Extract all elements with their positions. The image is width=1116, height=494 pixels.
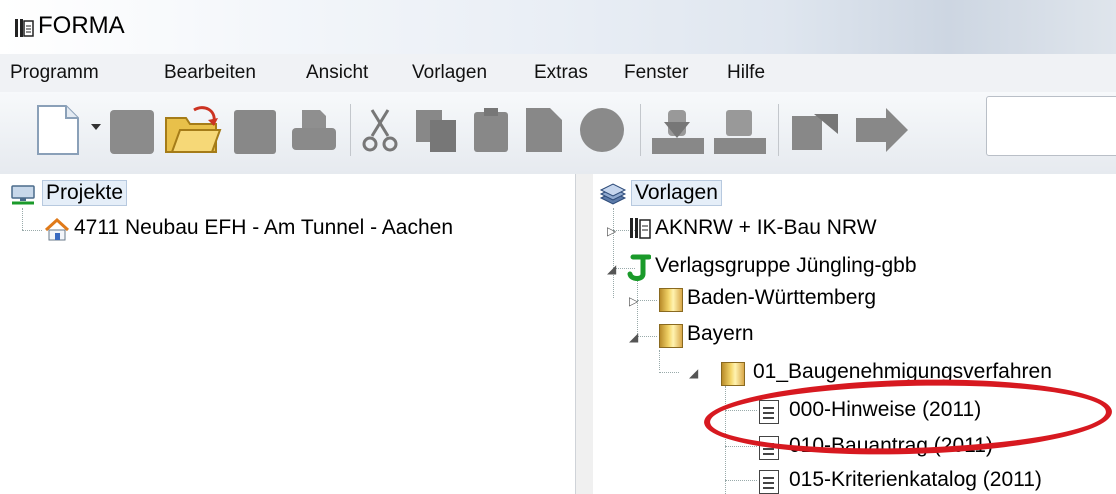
- projects-pane: Projekte 4711 Neubau EFH - Am Tunnel - A…: [0, 174, 575, 494]
- menu-ansicht[interactable]: Ansicht: [306, 62, 368, 84]
- tree-item-bayern[interactable]: Bayern: [687, 322, 754, 346]
- new-document-icon[interactable]: [34, 104, 82, 156]
- export-icon[interactable]: [712, 104, 768, 156]
- project-item[interactable]: 4711 Neubau EFH - Am Tunnel - Aachen: [74, 216, 453, 240]
- menu-bar: Programm Bearbeiten Ansicht Vorlagen Ext…: [0, 54, 1116, 93]
- tree-root-vorlagen[interactable]: Vorlagen: [631, 180, 722, 206]
- expand-triangle-icon[interactable]: ▷: [607, 224, 616, 238]
- menu-programm[interactable]: Programm: [10, 62, 99, 84]
- tree-item-verlagsgruppe[interactable]: Verlagsgruppe Jüngling-gbb: [655, 254, 917, 278]
- cut-icon[interactable]: [360, 106, 400, 154]
- collapse-triangle-icon[interactable]: ◢: [607, 262, 616, 276]
- folder-icon: [721, 362, 745, 386]
- forward-icon[interactable]: [852, 106, 912, 154]
- record-icon[interactable]: [580, 108, 624, 152]
- book-stack-icon: [630, 218, 651, 239]
- collapse-triangle-icon[interactable]: ◢: [689, 366, 698, 380]
- network-computer-icon: [11, 185, 35, 205]
- document-icon[interactable]: [522, 106, 566, 154]
- document-icon: [759, 470, 779, 494]
- print-icon[interactable]: [290, 106, 338, 154]
- copy-icon[interactable]: [412, 106, 460, 154]
- tree-root-projekte[interactable]: Projekte: [42, 180, 128, 206]
- folder-icon: [659, 324, 683, 348]
- expand-triangle-icon[interactable]: ▷: [629, 294, 638, 308]
- import-icon[interactable]: [650, 104, 706, 156]
- app-icon: [15, 19, 34, 37]
- save-icon[interactable]: [234, 110, 276, 154]
- back-icon[interactable]: [790, 106, 842, 154]
- window-title: FORMA: [38, 12, 125, 39]
- menu-fenster[interactable]: Fenster: [624, 62, 688, 84]
- toolbar-combo-box[interactable]: [986, 96, 1116, 156]
- tree-item-015-kriterienkatalog[interactable]: 015-Kriterienkatalog (2011): [789, 468, 1042, 492]
- templates-stack-icon: [599, 183, 627, 205]
- pane-splitter[interactable]: [575, 174, 595, 494]
- dropdown-arrow-icon[interactable]: [90, 122, 102, 132]
- folder-icon: [659, 288, 683, 312]
- tree-item-baden-wuerttemberg[interactable]: Baden-Württemberg: [687, 286, 876, 310]
- title-bar: FORMA: [0, 0, 1116, 54]
- menu-vorlagen[interactable]: Vorlagen: [412, 62, 487, 84]
- collapse-triangle-icon[interactable]: ◢: [629, 330, 638, 344]
- tree-item-aknrw[interactable]: AKNRW + IK-Bau NRW: [655, 216, 877, 240]
- menu-extras[interactable]: Extras: [534, 62, 588, 84]
- paste-icon[interactable]: [470, 106, 512, 154]
- menu-bearbeiten[interactable]: Bearbeiten: [164, 62, 256, 84]
- menu-hilfe[interactable]: Hilfe: [727, 62, 765, 84]
- j-logo-icon: [627, 254, 651, 281]
- house-icon: [44, 218, 70, 241]
- open-icon[interactable]: [110, 110, 154, 154]
- folder-open-icon[interactable]: [164, 104, 222, 156]
